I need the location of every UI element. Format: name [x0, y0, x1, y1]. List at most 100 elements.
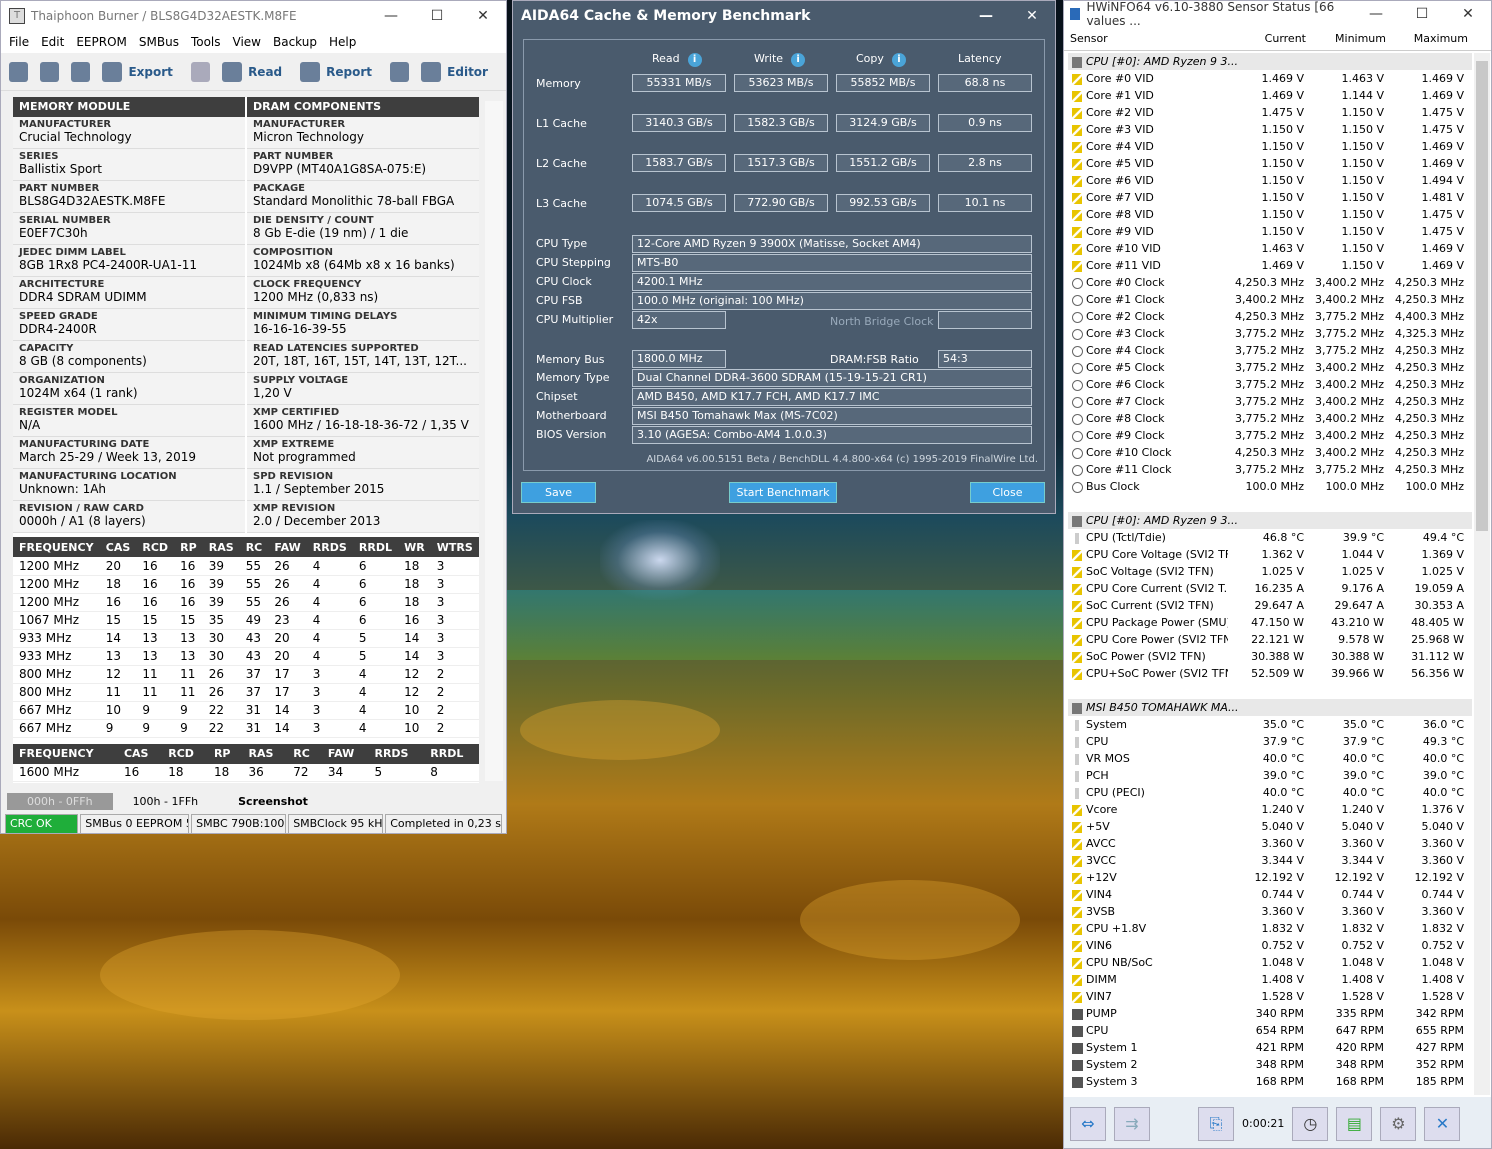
sensor-row[interactable]: 3VCC 3.344 V 3.344 V 3.360 V — [1068, 852, 1472, 869]
table-row[interactable]: 1200 MHz 20 16 16 39 55 26 4 6 18 3 — [13, 557, 479, 576]
report-button[interactable]: Report — [300, 61, 372, 82]
table-row[interactable]: 933 MHz 14 13 13 30 43 20 4 5 14 3 — [13, 629, 479, 648]
sensor-row[interactable]: +12V 12.192 V 12.192 V 12.192 V — [1068, 869, 1472, 886]
sensor-row[interactable]: VR MOS 40.0 °C 40.0 °C 40.0 °C — [1068, 750, 1472, 767]
sensor-row[interactable]: CPU Package Power (SMU) 47.150 W 43.210 W 4… — [1068, 614, 1472, 631]
save-button[interactable]: Save — [521, 482, 596, 503]
table-row[interactable]: 1067 MHz 15 15 15 35 49 23 4 6 16 3 — [13, 611, 479, 630]
spd-field[interactable]: COMPOSITION 1024Mb x8 (64Mb x8 x 16 banks… — [247, 245, 479, 277]
spd-field[interactable]: XMP CERTIFIED 1600 MHz / 16-18-18-36-72 /… — [247, 405, 479, 437]
info-icon[interactable]: i — [891, 53, 906, 67]
spd-field[interactable]: REVISION / RAW CARD 0000h / A1 (8 layers) — [13, 501, 245, 533]
sensor-row[interactable]: Core #0 VID 1.469 V 1.463 V 1.469 V — [1068, 70, 1472, 87]
table-row[interactable]: 1200 MHz 18 16 16 39 55 26 4 6 18 3 — [13, 575, 479, 594]
sensor-row[interactable]: CPU Core Current (SVI2 T... 16.235 A 9.176… — [1068, 580, 1472, 597]
maximize-button[interactable]: ☐ — [414, 8, 460, 24]
spd-field[interactable]: SERIES Ballistix Sport — [13, 149, 245, 181]
sensor-row[interactable]: CPU 654 RPM 647 RPM 655 RPM — [1068, 1022, 1472, 1039]
spd-field[interactable]: JEDEC DIMM LABEL 8GB 1Rx8 PC4-2400R-UA1-1… — [13, 245, 245, 277]
menu-item-view[interactable]: View — [229, 35, 269, 49]
menu-item-smbus[interactable]: SMBus — [135, 35, 187, 49]
sensor-row[interactable]: VIN6 0.752 V 0.752 V 0.752 V — [1068, 937, 1472, 954]
open-icon[interactable] — [40, 61, 60, 82]
menu-item-edit[interactable]: Edit — [37, 35, 72, 49]
spd-field[interactable]: PART NUMBER BLS8G4D32AESTK.M8FE — [13, 181, 245, 213]
lock-icon[interactable] — [190, 61, 211, 82]
spd-field[interactable]: REGISTER MODEL N/A — [13, 405, 245, 437]
settings-icon[interactable]: ⚙ — [1380, 1106, 1417, 1141]
sensor-group[interactable]: MSI B450 TOMAHAWK MA... — [1068, 699, 1472, 716]
nav-arrows-alt-icon[interactable]: ⇉ — [1114, 1106, 1150, 1141]
sensor-row[interactable]: VIN7 1.528 V 1.528 V 1.528 V — [1068, 988, 1472, 1005]
tools-icon[interactable] — [390, 61, 410, 82]
close-button[interactable]: ✕ — [1445, 6, 1491, 22]
spd-field[interactable]: DIE DENSITY / COUNT 8 Gb E-die (19 nm) / … — [247, 213, 479, 245]
clock-icon[interactable]: ◷ — [1292, 1106, 1329, 1141]
sensor-row[interactable]: System 1 421 RPM 420 RPM 427 RPM — [1068, 1039, 1472, 1056]
menu-item-help[interactable]: Help — [325, 35, 364, 49]
col-minimum[interactable]: Minimum — [1306, 32, 1386, 45]
spd-field[interactable]: SPD REVISION 1.1 / September 2015 — [247, 469, 479, 501]
network-icon[interactable]: ⎘ — [1198, 1106, 1234, 1141]
scrollbar-thumb[interactable] — [1476, 61, 1488, 531]
export-button[interactable]: Export — [102, 61, 173, 82]
close-button[interactable]: ✕ — [1009, 8, 1055, 24]
sensor-row[interactable]: +5V 5.040 V 5.040 V 5.040 V — [1068, 818, 1472, 835]
spd-field[interactable]: MANUFACTURER Micron Technology — [247, 117, 479, 149]
table-row[interactable]: 800 MHz 11 11 11 26 37 17 3 4 12 2 — [13, 683, 479, 702]
sensor-row[interactable]: Core #9 VID 1.150 V 1.150 V 1.475 V — [1068, 223, 1472, 240]
close-button[interactable]: ✕ — [460, 8, 506, 24]
menu-item-tools[interactable]: Tools — [187, 35, 229, 49]
sensor-row[interactable]: Core #4 Clock 3,775.2 MHz 3,775.2 MHz 4,250… — [1068, 342, 1472, 359]
spd-field[interactable]: MANUFACTURER Crucial Technology — [13, 117, 245, 149]
sensor-row[interactable]: Core #2 Clock 4,250.3 MHz 3,775.2 MHz 4,400… — [1068, 308, 1472, 325]
sensor-row[interactable]: Core #4 VID 1.150 V 1.150 V 1.469 V — [1068, 138, 1472, 155]
sensor-row[interactable]: SoC Power (SVI2 TFN) 30.388 W 30.388 W 31.1… — [1068, 648, 1472, 665]
sensor-row[interactable]: System 2 348 RPM 348 RPM 352 RPM — [1068, 1056, 1472, 1073]
spd-field[interactable]: ARCHITECTURE DDR4 SDRAM UDIMM — [13, 277, 245, 309]
tab-2[interactable]: Screenshot — [218, 793, 328, 810]
spd-field[interactable]: CLOCK FREQUENCY 1200 MHz (0,833 ns) — [247, 277, 479, 309]
spd-field[interactable]: SUPPLY VOLTAGE 1,20 V — [247, 373, 479, 405]
spd-field[interactable]: MANUFACTURING DATE March 25-29 / Week 13,… — [13, 437, 245, 469]
title-bar[interactable]: AIDA64 Cache & Memory Benchmark — ✕ — [513, 1, 1055, 31]
tab-0[interactable]: 000h - 0FFh — [7, 792, 113, 810]
spd-field[interactable]: XMP EXTREME Not programmed — [247, 437, 479, 469]
sensor-row[interactable]: Core #2 VID 1.475 V 1.150 V 1.475 V — [1068, 104, 1472, 121]
save-icon[interactable] — [71, 61, 91, 82]
sensor-row[interactable]: Bus Clock 100.0 MHz 100.0 MHz 100.0 MHz — [1068, 478, 1472, 495]
menu-item-backup[interactable]: Backup — [269, 35, 325, 49]
sensor-row[interactable]: PCH 39.0 °C 39.0 °C 39.0 °C — [1068, 767, 1472, 784]
sensor-row[interactable]: Core #1 VID 1.469 V 1.144 V 1.469 V — [1068, 87, 1472, 104]
sensor-row[interactable]: SoC Current (SVI2 TFN) 29.647 A 29.647 A 30… — [1068, 597, 1472, 614]
spd-field[interactable]: MANUFACTURING LOCATION Unknown: 1Ah — [13, 469, 245, 501]
table-row[interactable]: 667 MHz 10 9 9 22 31 14 3 4 10 2 — [13, 701, 479, 720]
sensor-row[interactable]: Core #7 VID 1.150 V 1.150 V 1.481 V — [1068, 189, 1472, 206]
col-current[interactable]: Current — [1234, 32, 1306, 45]
title-bar[interactable]: T Thaiphoon Burner / BLS8G4D32AESTK.M8FE… — [1, 1, 506, 31]
sensor-row[interactable]: Core #8 Clock 3,775.2 MHz 3,400.2 MHz 4,250… — [1068, 410, 1472, 427]
spd-field[interactable]: XMP REVISION 2.0 / December 2013 — [247, 501, 479, 533]
spd-field[interactable]: PACKAGE Standard Monolithic 78-ball FBGA — [247, 181, 479, 213]
sensor-row[interactable]: SoC Voltage (SVI2 TFN) 1.025 V 1.025 V 1.02… — [1068, 563, 1472, 580]
sensor-row[interactable]: Core #1 Clock 3,400.2 MHz 3,400.2 MHz 4,250… — [1068, 291, 1472, 308]
sensor-row[interactable]: AVCC 3.360 V 3.360 V 3.360 V — [1068, 835, 1472, 852]
spd-field[interactable]: ORGANIZATION 1024M x64 (1 rank) — [13, 373, 245, 405]
sensor-row[interactable]: 3VSB 3.360 V 3.360 V 3.360 V — [1068, 903, 1472, 920]
sensor-row[interactable]: CPU Core Voltage (SVI2 TFN) 1.362 V 1.044 … — [1068, 546, 1472, 563]
spd-field[interactable]: SERIAL NUMBER E0EF7C30h — [13, 213, 245, 245]
info-icon[interactable]: i — [687, 53, 702, 67]
sensor-row[interactable]: DIMM 1.408 V 1.408 V 1.408 V — [1068, 971, 1472, 988]
sensor-row[interactable]: CPU +1.8V 1.832 V 1.832 V 1.832 V — [1068, 920, 1472, 937]
editor-button[interactable]: Editor — [421, 61, 488, 82]
sensor-row[interactable]: Core #11 Clock 3,775.2 MHz 3,775.2 MHz 4,25… — [1068, 461, 1472, 478]
sensor-row[interactable]: Core #0 Clock 4,250.3 MHz 3,400.2 MHz 4,250… — [1068, 274, 1472, 291]
sensor-row[interactable]: Core #5 VID 1.150 V 1.150 V 1.469 V — [1068, 155, 1472, 172]
sensor-row[interactable]: CPU NB/SoC 1.048 V 1.048 V 1.048 V — [1068, 954, 1472, 971]
sensor-row[interactable]: Core #11 VID 1.469 V 1.150 V 1.469 V — [1068, 257, 1472, 274]
sensor-row[interactable]: Core #8 VID 1.150 V 1.150 V 1.475 V — [1068, 206, 1472, 223]
sensor-group[interactable]: CPU [#0]: AMD Ryzen 9 3... — [1068, 512, 1472, 529]
spd-field[interactable]: PART NUMBER D9VPP (MT40A1G8SA-075:E) — [247, 149, 479, 181]
read-button[interactable]: Read — [222, 61, 282, 82]
sensor-row[interactable]: CPU (Tctl/Tdie) 46.8 °C 39.9 °C 49.4 °C — [1068, 529, 1472, 546]
